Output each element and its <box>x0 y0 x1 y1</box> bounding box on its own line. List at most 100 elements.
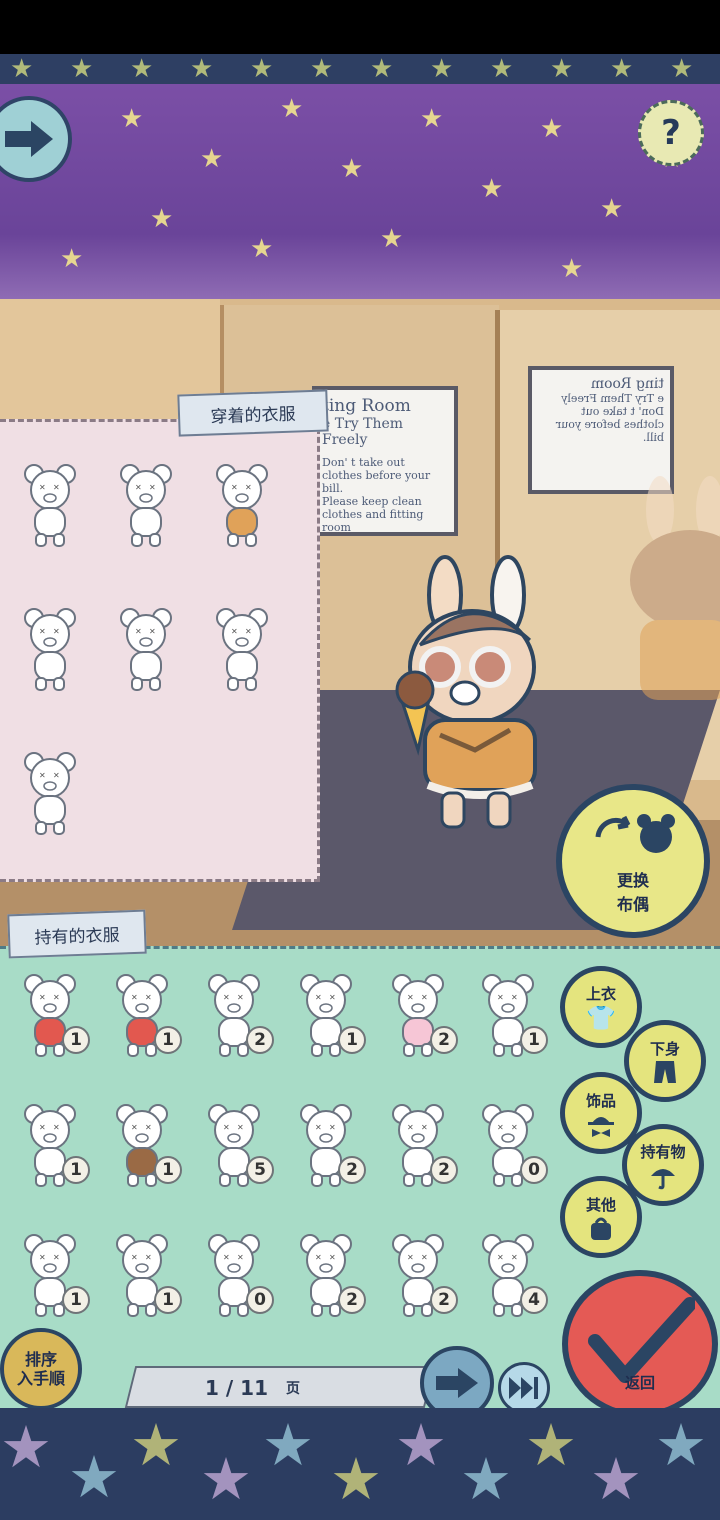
item-count-badge: 1 <box>154 1156 182 1184</box>
svg-text:✕: ✕ <box>329 993 336 1002</box>
svg-text:✕: ✕ <box>329 1253 336 1262</box>
category-bottoms-label: 下身 <box>649 1039 680 1058</box>
worn-item-3[interactable]: ✕ ✕ <box>214 462 270 548</box>
category-tops-label: 上衣 <box>585 984 616 1003</box>
bottom-star-border: ★ ★ ★ ★ ★ ★ ★ ★ ★ ★ ★ <box>0 1408 720 1520</box>
worn-item-2[interactable]: ✕ ✕ <box>118 462 174 548</box>
bag-icon <box>591 1217 611 1240</box>
item-count-badge: 1 <box>62 1026 90 1054</box>
help-button[interactable]: ? <box>638 100 704 166</box>
svg-text:✕: ✕ <box>223 993 230 1002</box>
svg-text:✕: ✕ <box>407 993 414 1002</box>
svg-text:✕: ✕ <box>421 1253 428 1262</box>
svg-text:✕: ✕ <box>497 1123 504 1132</box>
item-count-badge: 1 <box>62 1156 90 1184</box>
change-doll-label-1: 更换 <box>616 871 649 890</box>
svg-text:✕: ✕ <box>149 483 156 492</box>
sign-line: ting Room <box>590 376 664 392</box>
svg-text:✕: ✕ <box>145 993 152 1002</box>
change-doll-label-2: 布偶 <box>616 895 649 914</box>
page-number: 1 / 11 <box>205 1376 268 1400</box>
svg-text:✕: ✕ <box>231 483 238 492</box>
svg-text:✕: ✕ <box>237 1123 244 1132</box>
owned-clothes-title: 持有的衣服 <box>7 909 147 959</box>
svg-text:✕: ✕ <box>245 483 252 492</box>
fitting-room-sign: ting Room e Try Them Freely Don' t take … <box>312 386 458 536</box>
item-count-badge: 2 <box>430 1156 458 1184</box>
item-count-badge: 2 <box>246 1026 274 1054</box>
svg-text:✕: ✕ <box>315 993 322 1002</box>
svg-text:✕: ✕ <box>149 627 156 636</box>
svg-text:✕: ✕ <box>421 1123 428 1132</box>
category-bottoms-button[interactable]: 下身 <box>624 1020 706 1102</box>
svg-text:✕: ✕ <box>53 627 60 636</box>
last-page-button[interactable] <box>498 1362 550 1414</box>
category-accessories-label: 饰品 <box>585 1091 616 1110</box>
svg-text:✕: ✕ <box>39 627 46 636</box>
worn-item-6[interactable]: ✕ ✕ <box>214 606 270 692</box>
svg-text:✕: ✕ <box>237 1253 244 1262</box>
item-count-badge: 1 <box>520 1026 548 1054</box>
sign-line: Don' t take out <box>581 405 664 418</box>
svg-text:✕: ✕ <box>245 627 252 636</box>
skip-to-end-icon <box>509 1377 538 1399</box>
status-bar <box>0 0 720 54</box>
svg-text:✕: ✕ <box>145 1253 152 1262</box>
worn-item-4[interactable]: ✕ ✕ <box>22 606 78 692</box>
item-count-badge: 5 <box>246 1156 274 1184</box>
svg-text:✕: ✕ <box>53 1253 60 1262</box>
pants-icon <box>654 1060 676 1083</box>
svg-text:✕: ✕ <box>407 1123 414 1132</box>
sign-line: Don' t take out <box>322 456 405 469</box>
item-count-badge: 0 <box>246 1286 274 1314</box>
svg-text:✕: ✕ <box>131 1123 138 1132</box>
item-count-badge: 0 <box>520 1156 548 1184</box>
svg-text:✕: ✕ <box>231 627 238 636</box>
worn-clothes-title: 穿着的衣服 <box>177 389 329 437</box>
return-button[interactable]: 返回 <box>562 1270 718 1418</box>
svg-text:✕: ✕ <box>53 993 60 1002</box>
svg-text:✕: ✕ <box>131 1253 138 1262</box>
item-count-badge: 1 <box>338 1026 366 1054</box>
category-tops-button[interactable]: 上衣 👕 <box>560 966 642 1048</box>
svg-text:✕: ✕ <box>39 1123 46 1132</box>
item-count-badge: 1 <box>154 1026 182 1054</box>
sign-line: clothes and fitting room <box>322 508 424 534</box>
svg-text:✕: ✕ <box>223 1253 230 1262</box>
item-count-badge: 2 <box>430 1026 458 1054</box>
worn-item-5[interactable]: ✕ ✕ <box>118 606 174 692</box>
svg-text:✕: ✕ <box>511 993 518 1002</box>
svg-text:✕: ✕ <box>135 627 142 636</box>
sort-button[interactable]: 排序 入手順 <box>0 1328 82 1410</box>
item-count-badge: 1 <box>62 1286 90 1314</box>
sort-label-1: 排序 <box>24 1350 57 1369</box>
svg-text:✕: ✕ <box>39 993 46 1002</box>
rabbit-character[interactable] <box>380 555 550 835</box>
svg-text:✕: ✕ <box>223 1123 230 1132</box>
page-indicator: 1 / 11 页 <box>205 1372 405 1404</box>
item-count-badge: 4 <box>520 1286 548 1314</box>
svg-text:✕: ✕ <box>329 1123 336 1132</box>
worn-item-1[interactable]: ✕ ✕ <box>22 462 78 548</box>
item-count-badge: 2 <box>338 1286 366 1314</box>
change-doll-button[interactable]: 更换 布偶 <box>556 784 710 938</box>
svg-text:✕: ✕ <box>39 771 46 780</box>
svg-text:✕: ✕ <box>315 1253 322 1262</box>
svg-text:✕: ✕ <box>407 1253 414 1262</box>
worn-item-7[interactable]: ✕ ✕ <box>22 750 78 836</box>
mirror-reflection <box>630 476 720 700</box>
sort-label-2: 入手順 <box>16 1369 65 1388</box>
svg-text:✕: ✕ <box>421 993 428 1002</box>
svg-text:✕: ✕ <box>497 1253 504 1262</box>
top-star-border: ★ ★ ★ ★ ★ ★ ★ ★ ★ ★ ★ ★ <box>0 54 720 84</box>
svg-text:✕: ✕ <box>511 1253 518 1262</box>
svg-text:✕: ✕ <box>511 1123 518 1132</box>
svg-text:✕: ✕ <box>131 993 138 1002</box>
shirt-icon: 👕 <box>586 1003 616 1032</box>
sign-line: e Try Them Freely <box>561 392 664 405</box>
sign-line: clothes before your bill. <box>555 418 664 444</box>
swap-doll-icon <box>595 814 675 853</box>
sign-line: e Try Them Freely <box>322 416 404 448</box>
starry-ceiling: ★★★★★★★★★★★★★★ <box>0 84 720 299</box>
category-other-button[interactable]: 其他 <box>560 1176 642 1258</box>
